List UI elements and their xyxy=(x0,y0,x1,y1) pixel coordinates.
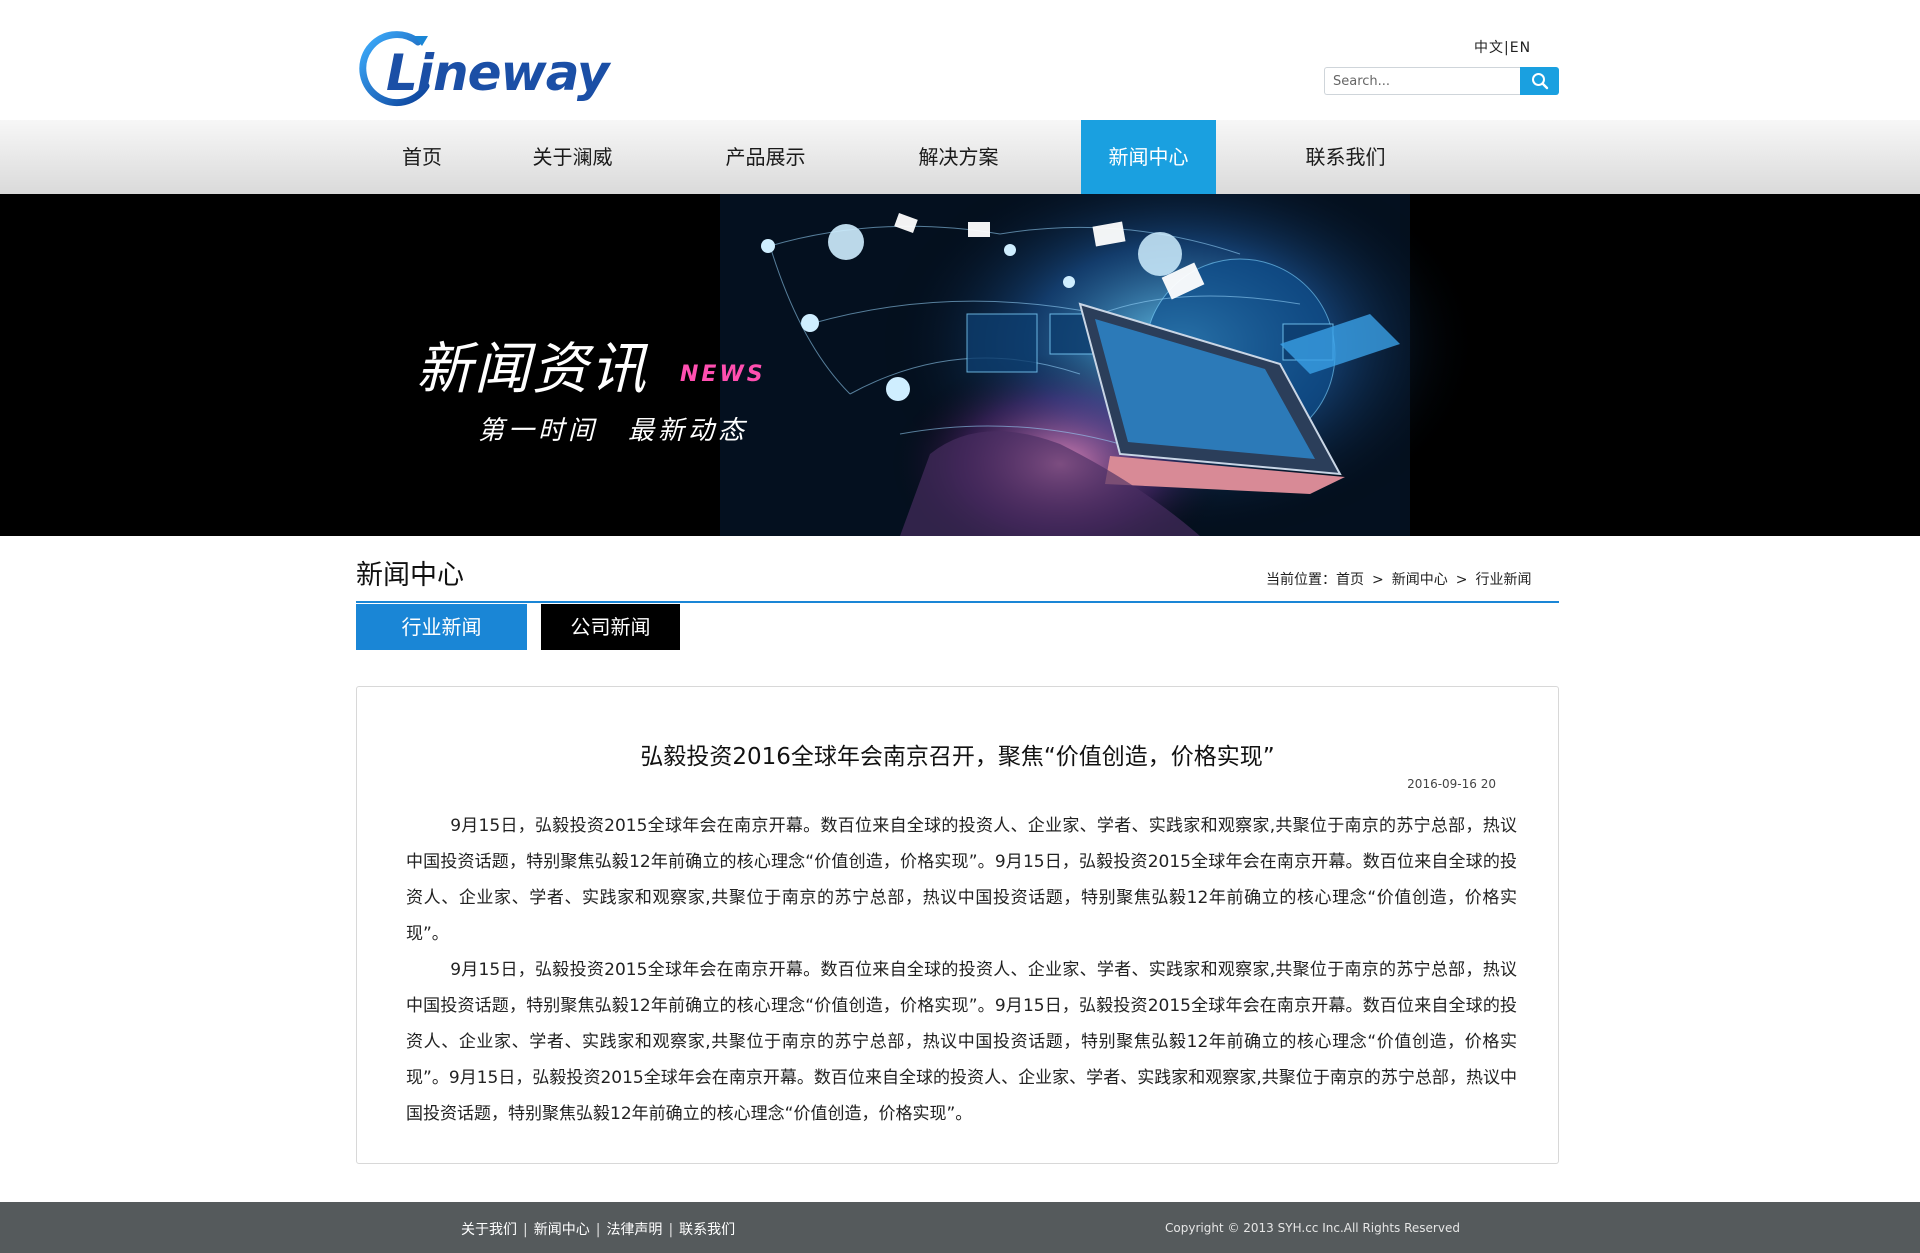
footer-link-contact[interactable]: 联系我们 xyxy=(679,1222,735,1238)
nav-item-news[interactable]: 新闻中心 xyxy=(1081,120,1216,194)
search-box xyxy=(1324,67,1559,95)
lang-en-link[interactable]: EN xyxy=(1510,40,1531,56)
breadcrumb-current[interactable]: 行业新闻 xyxy=(1475,572,1531,588)
footer-link-about[interactable]: 关于我们 xyxy=(461,1222,517,1238)
copyright-text: Copyright © 2013 SYH.cc Inc.All Rights R… xyxy=(1165,1221,1460,1235)
banner-network-illustration xyxy=(0,194,1920,536)
breadcrumb-separator: > xyxy=(1372,572,1384,588)
search-icon xyxy=(1531,73,1548,90)
breadcrumb-home-link[interactable]: 首页 xyxy=(1336,572,1364,588)
footer-links: 关于我们 | 新闻中心 | 法律声明 | 联系我们 xyxy=(461,1219,735,1239)
nav-item-contact[interactable]: 联系我们 xyxy=(1283,120,1408,194)
tab-industry-news[interactable]: 行业新闻 xyxy=(356,604,527,650)
site-header: Lineway 中文|EN xyxy=(0,0,1920,120)
language-switch: 中文|EN xyxy=(1474,37,1531,57)
article-panel: 弘毅投资2016全球年会南京召开，聚焦“价值创造，价格实现” 2016-09-1… xyxy=(356,686,1559,1164)
nav-item-products[interactable]: 产品展示 xyxy=(703,120,828,194)
article-date: 2016-09-16 20 xyxy=(1407,777,1496,791)
footer-separator: | xyxy=(668,1222,674,1238)
banner-title: 新闻资讯 xyxy=(416,337,648,402)
banner-subtitle: 第一时间 最新动态 xyxy=(478,416,749,446)
nav-item-home[interactable]: 首页 xyxy=(382,120,462,194)
nav-item-about[interactable]: 关于澜威 xyxy=(510,120,635,194)
main-nav: 首页 关于澜威 产品展示 解决方案 新闻中心 联系我们 xyxy=(0,120,1920,194)
breadcrumb: 当前位置：首页 > 新闻中心 > 行业新闻 xyxy=(1266,569,1531,589)
tab-company-news[interactable]: 公司新闻 xyxy=(541,604,680,650)
nav-item-solutions[interactable]: 解决方案 xyxy=(896,120,1021,194)
banner-title-en: NEWS xyxy=(680,362,766,387)
title-divider xyxy=(356,601,1559,603)
search-input[interactable] xyxy=(1324,67,1520,95)
site-footer: 关于我们 | 新闻中心 | 法律声明 | 联系我们 Copyright © 2013 SYH… xyxy=(0,1202,1920,1253)
footer-separator: | xyxy=(595,1222,601,1238)
news-banner: 新闻资讯 NEWS 第一时间 最新动态 xyxy=(0,194,1920,536)
footer-link-news[interactable]: 新闻中心 xyxy=(534,1222,590,1238)
logo-wordmark: Lineway xyxy=(386,44,609,102)
search-button[interactable] xyxy=(1520,67,1559,95)
article-paragraph: 9月15日，弘毅投资2015全球年会在南京开幕。数百位来自全球的投资人、企业家、… xyxy=(406,960,1517,1124)
breadcrumb-prefix: 当前位置： xyxy=(1266,572,1336,588)
lang-zh-link[interactable]: 中文 xyxy=(1474,40,1504,56)
lineway-logo[interactable]: Lineway xyxy=(356,28,626,108)
article-paragraph: 9月15日，弘毅投资2015全球年会在南京开幕。数百位来自全球的投资人、企业家、… xyxy=(406,816,1517,944)
breadcrumb-section-link[interactable]: 新闻中心 xyxy=(1392,572,1448,588)
article-body: 9月15日，弘毅投资2015全球年会在南京开幕。数百位来自全球的投资人、企业家、… xyxy=(406,808,1517,1132)
footer-separator: | xyxy=(523,1222,528,1238)
footer-link-legal[interactable]: 法律声明 xyxy=(606,1222,662,1238)
page-title: 新闻中心 xyxy=(356,560,464,591)
breadcrumb-separator: > xyxy=(1455,572,1468,588)
article-title: 弘毅投资2016全球年会南京召开，聚焦“价值创造，价格实现” xyxy=(640,744,1275,770)
